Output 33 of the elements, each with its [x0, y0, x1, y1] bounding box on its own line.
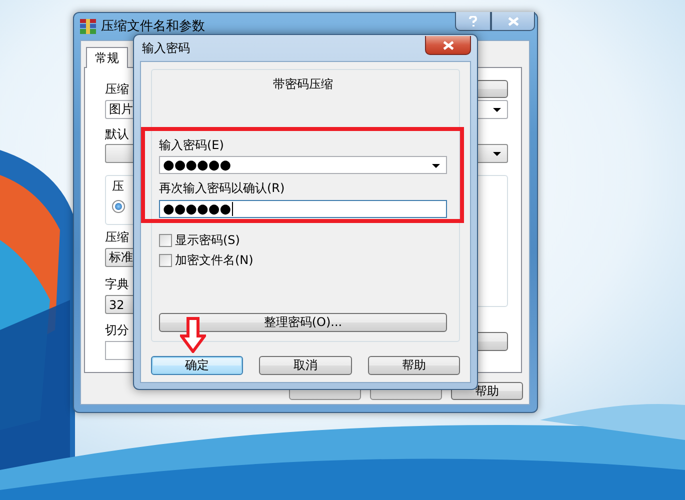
- confirm-password-field[interactable]: ●●●●●●: [159, 200, 447, 218]
- question-icon: [469, 16, 477, 26]
- archive-icon: [80, 18, 96, 34]
- checkbox-box[interactable]: [159, 234, 172, 246]
- dialog-button[interactable]: 确定: [151, 356, 244, 375]
- field-label: 再次输入密码以确认(R): [159, 182, 286, 194]
- close-icon: [508, 16, 518, 26]
- checkbox[interactable]: 加密文件名(N): [159, 253, 447, 267]
- browse-button[interactable]: [476, 80, 508, 98]
- organize-passwords-button[interactable]: 整理密码(O)...: [159, 313, 447, 332]
- close-button[interactable]: [425, 36, 471, 55]
- dialog-heading: 带密码压缩: [272, 78, 334, 90]
- field-label: 压缩: [105, 83, 129, 95]
- field-label: 切分: [105, 323, 129, 337]
- group-label: 压: [112, 180, 124, 192]
- help-button[interactable]: [455, 12, 491, 31]
- checkbox-box[interactable]: [159, 254, 172, 266]
- dialog-button[interactable]: 取消: [259, 356, 352, 375]
- field-label: 字典: [105, 277, 129, 291]
- checkbox-label: 加密文件名(N): [175, 254, 254, 266]
- password-field[interactable]: ●●●●●●: [159, 156, 447, 174]
- tab[interactable]: 常规: [86, 47, 128, 68]
- dialog-title: 输入密码: [142, 40, 190, 56]
- checkbox[interactable]: 显示密码(S): [159, 233, 447, 247]
- radio-button[interactable]: [112, 200, 125, 213]
- checkbox-label: 显示密码(S): [175, 234, 240, 246]
- close-icon: [442, 40, 454, 50]
- close-button[interactable]: [491, 12, 535, 31]
- field-label: 默认: [105, 128, 130, 140]
- window-title: 压缩文件名和参数: [101, 18, 205, 35]
- field-label: 压缩: [105, 230, 129, 244]
- dialog-button[interactable]: 帮助: [368, 356, 460, 375]
- field-label: 输入密码(E): [159, 139, 225, 151]
